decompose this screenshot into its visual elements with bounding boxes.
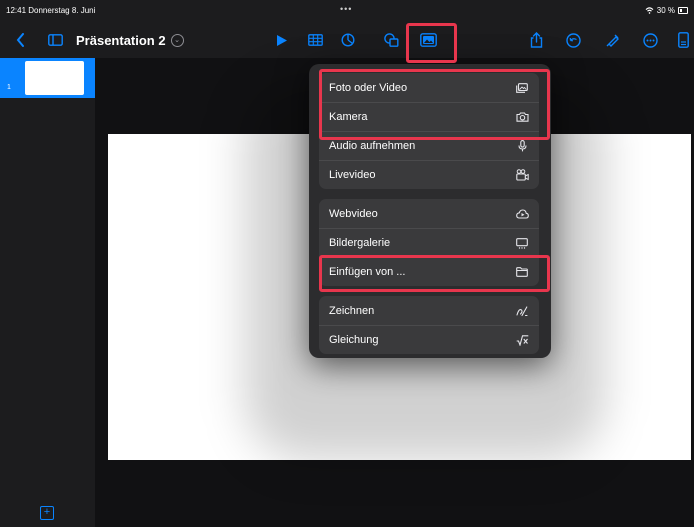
live-video-icon <box>515 169 529 181</box>
document-setup-icon[interactable] <box>676 22 690 58</box>
folder-icon <box>515 267 529 277</box>
back-chevron-icon[interactable] <box>12 22 28 58</box>
camera-icon <box>515 112 529 122</box>
menu-group-draw: Zeichnen Gleichung <box>319 296 539 354</box>
microphone-icon <box>515 140 529 152</box>
status-time: 12:41 Donnerstag 8. Juni <box>6 6 96 15</box>
status-right: 30 % <box>645 6 688 15</box>
battery-percent: 30 % <box>656 6 675 15</box>
menu-item-image-gallery[interactable]: Bildergalerie <box>319 228 539 257</box>
table-icon[interactable] <box>306 22 324 58</box>
insert-media-menu: Foto oder Video Kamera Audio aufnehmen L… <box>309 64 551 358</box>
toolbar: Präsentation 2 ⌄ <box>0 22 694 58</box>
menu-item-insert-from[interactable]: Einfügen von ... <box>319 257 539 286</box>
document-title: Präsentation 2 <box>76 32 166 48</box>
menu-item-live-video[interactable]: Livevideo <box>319 160 539 189</box>
status-bar: 12:41 Donnerstag 8. Juni ••• 30 % <box>0 0 694 22</box>
menu-group-media: Foto oder Video Kamera Audio aufnehmen L… <box>319 73 539 189</box>
slide-navigator: 1 <box>0 58 95 527</box>
add-slide-icon[interactable]: + <box>40 506 54 520</box>
play-icon[interactable] <box>274 22 290 58</box>
more-options-icon[interactable] <box>641 22 659 58</box>
sidebar-toggle-icon[interactable] <box>46 22 64 58</box>
shape-icon[interactable] <box>382 22 400 58</box>
slide-thumbnail-selected[interactable]: 1 <box>0 58 95 98</box>
battery-icon <box>678 7 688 14</box>
drawing-icon <box>515 305 529 317</box>
menu-item-draw[interactable]: Zeichnen <box>319 296 539 325</box>
format-brush-icon[interactable] <box>603 22 621 58</box>
share-icon[interactable] <box>528 22 544 58</box>
title-chevron-down-icon: ⌄ <box>170 33 184 47</box>
equation-icon <box>515 334 529 346</box>
image-gallery-icon <box>515 237 529 249</box>
menu-item-web-video[interactable]: Webvideo <box>319 199 539 228</box>
menu-item-equation[interactable]: Gleichung <box>319 325 539 354</box>
wifi-icon <box>645 7 654 14</box>
document-title-button[interactable]: Präsentation 2 ⌄ <box>76 22 184 58</box>
chart-icon[interactable] <box>339 22 357 58</box>
undo-icon[interactable] <box>564 22 582 58</box>
menu-item-record-audio[interactable]: Audio aufnehmen <box>319 131 539 160</box>
multitasking-dots[interactable]: ••• <box>340 4 352 14</box>
menu-group-web: Webvideo Bildergalerie Einfügen von ... <box>319 199 539 286</box>
photo-icon <box>515 82 529 93</box>
menu-item-camera[interactable]: Kamera <box>319 102 539 131</box>
web-video-icon <box>515 208 529 219</box>
media-icon[interactable] <box>418 22 438 58</box>
slide-thumbnail-image <box>25 61 84 95</box>
slide-number: 1 <box>7 84 11 91</box>
menu-item-photo-or-video[interactable]: Foto oder Video <box>319 73 539 102</box>
